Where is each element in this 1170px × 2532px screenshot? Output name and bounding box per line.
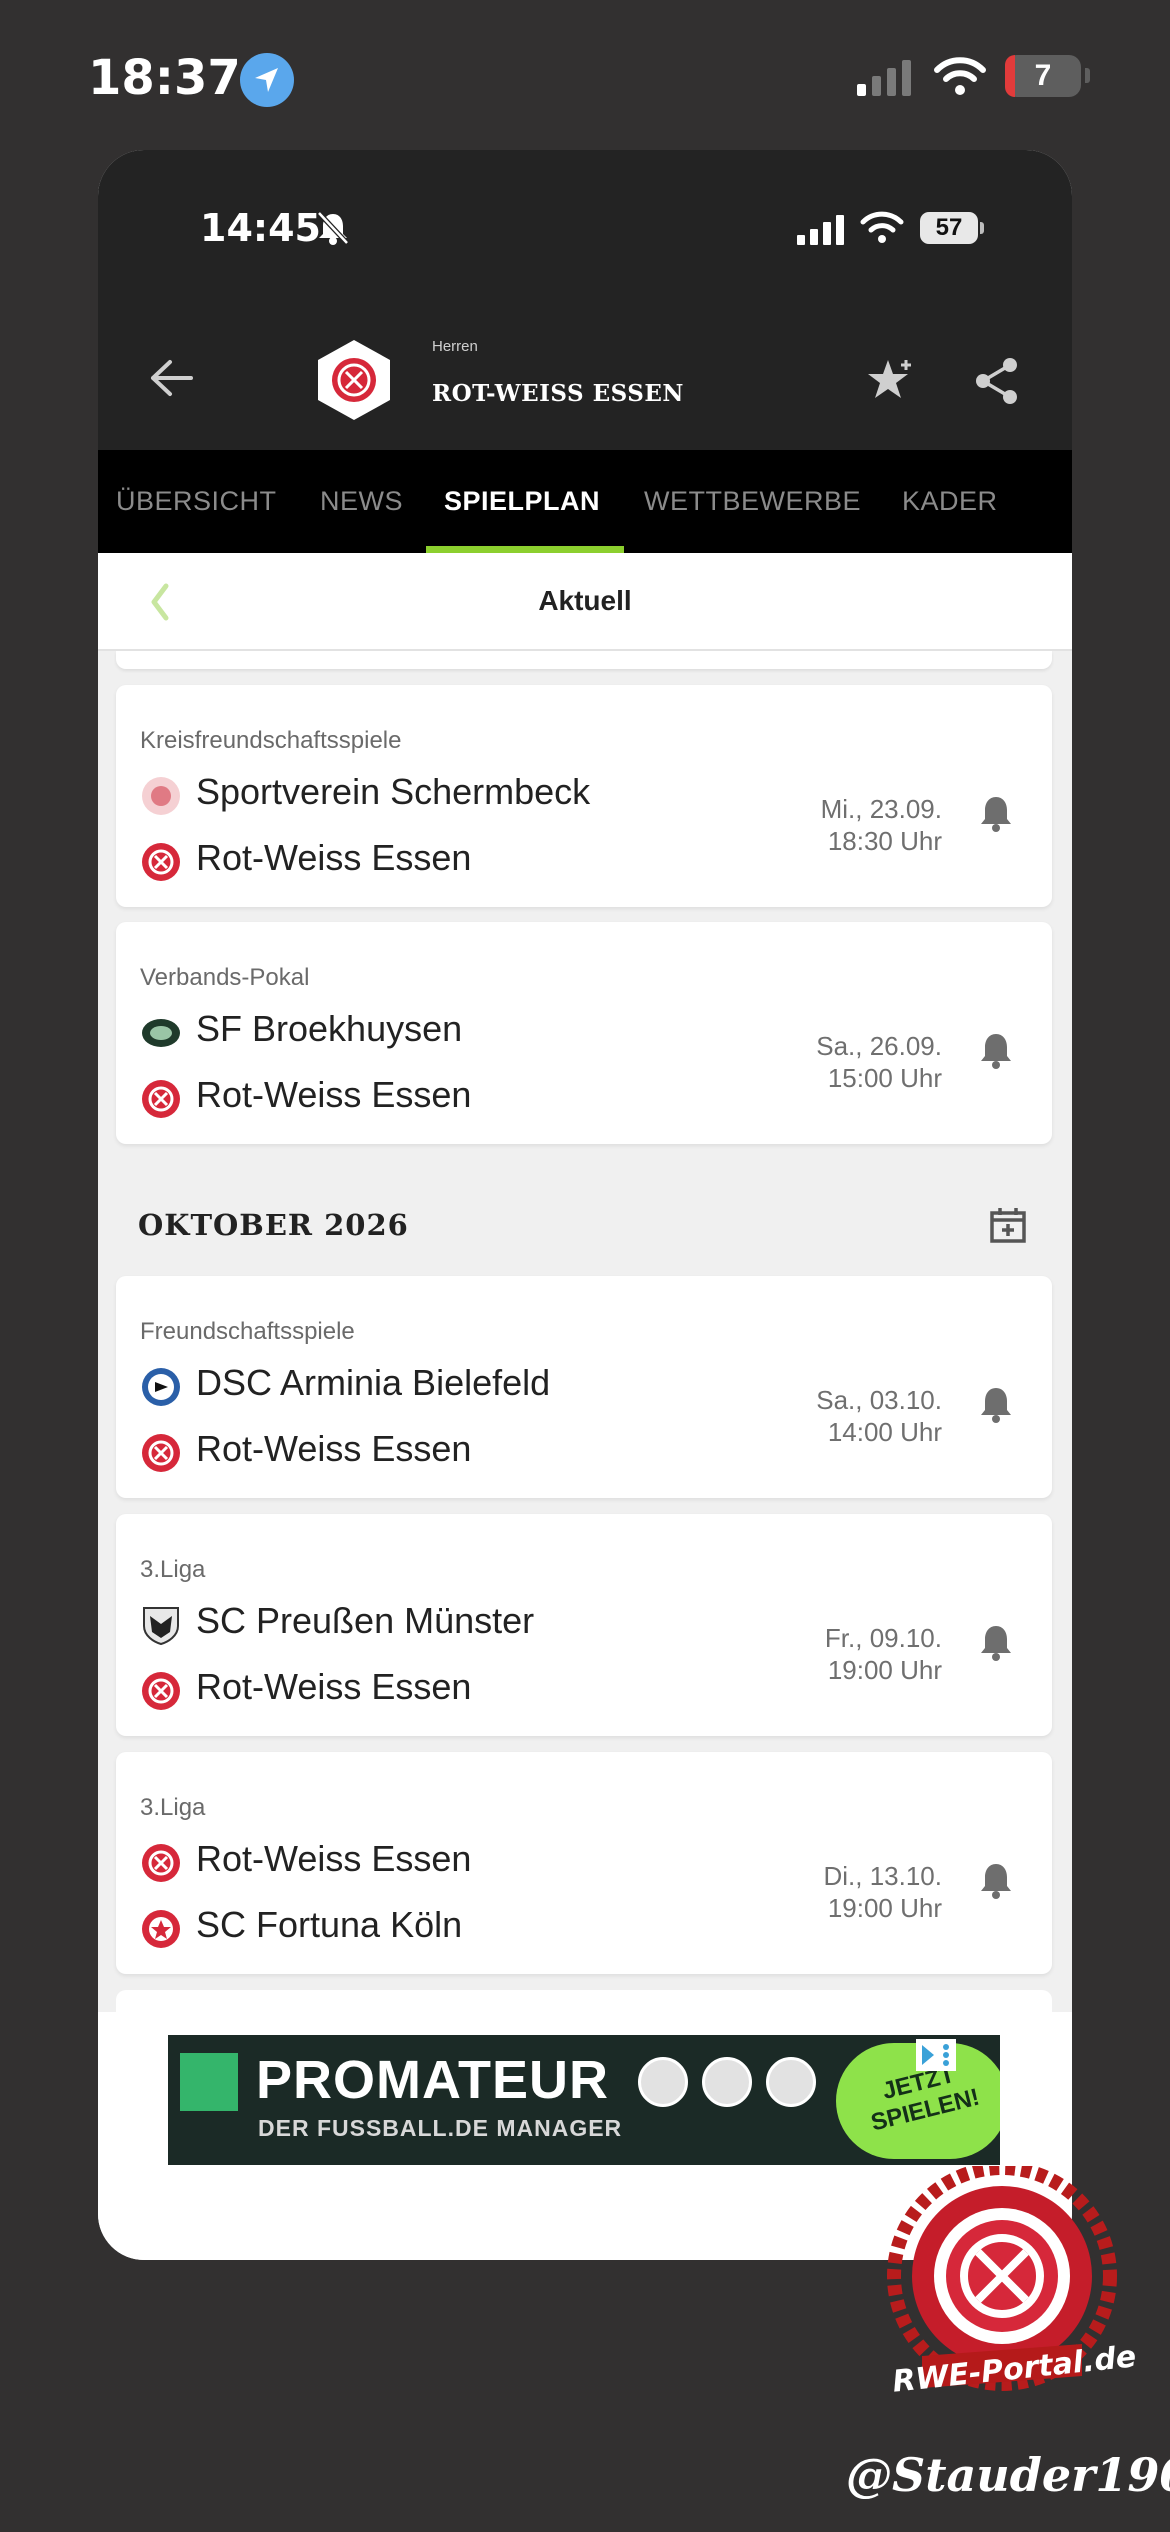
- tab-kader[interactable]: KADER: [902, 486, 998, 517]
- home-team: SC Preußen Münster: [196, 1600, 535, 1641]
- ad-choices-icon[interactable]: [916, 2039, 956, 2071]
- battery-tip: [1085, 68, 1090, 83]
- calendar-add-icon[interactable]: [988, 1205, 1028, 1245]
- arminia-logo-icon: [142, 1368, 180, 1406]
- location-arrow-icon: [240, 53, 294, 107]
- match-datetime: Di., 13.10. 19:00 Uhr: [823, 1860, 942, 1924]
- match-time: 19:00 Uhr: [827, 1655, 942, 1685]
- preussen-muenster-logo-icon: [143, 1607, 179, 1646]
- rwe-logo-icon: [142, 1434, 180, 1472]
- month-header: OKTOBER 2026: [138, 1208, 409, 1242]
- club-logo-icon: [318, 340, 390, 420]
- competition-label: Verbands-Pokal: [140, 964, 310, 991]
- ad-avatar: [638, 2057, 688, 2107]
- rwe-logo-icon: [142, 843, 180, 881]
- tab-spielplan[interactable]: SPIELPLAN: [444, 486, 600, 517]
- active-tab-indicator: [426, 546, 624, 553]
- bell-icon[interactable]: [978, 1384, 1014, 1424]
- battery-level: 7: [1034, 59, 1052, 92]
- share-icon[interactable]: [974, 356, 1020, 406]
- match-card[interactable]: Verbands-Pokal SF Broekhuysen Rot-Weiss …: [116, 922, 1052, 1144]
- watermark-credit: @Stauder1907: [846, 2448, 1170, 2502]
- match-card[interactable]: 3.Liga Rot-Weiss Essen SC Fortuna Köln D…: [116, 1752, 1052, 1974]
- competition-label: 3.Liga: [140, 1556, 206, 1583]
- ad-subtitle: DER FUSSBALL.DE MANAGER: [258, 2115, 623, 2141]
- bell-icon[interactable]: [978, 793, 1014, 833]
- match-date: Sa., 03.10.: [816, 1385, 942, 1415]
- match-card[interactable]: Kreisfreundschaftsspiele Sportverein Sch…: [116, 685, 1052, 907]
- rwe-logo-icon: [142, 1844, 180, 1882]
- ad-banner[interactable]: PROMATEUR DER FUSSBALL.DE MANAGER JETZT …: [168, 2035, 1000, 2165]
- previous-card-edge: [116, 651, 1052, 669]
- ad-avatar: [766, 2057, 816, 2107]
- battery-icon: 7: [1005, 55, 1081, 97]
- back-arrow-icon[interactable]: [148, 358, 194, 398]
- home-team: DSC Arminia Bielefeld: [196, 1362, 551, 1403]
- schermbeck-logo-icon: [142, 777, 180, 815]
- home-team: SF Broekhuysen: [196, 1008, 463, 1049]
- away-team: Rot-Weiss Essen: [196, 1428, 472, 1469]
- away-team: Rot-Weiss Essen: [196, 1666, 472, 1707]
- cellular-signal-icon: [857, 60, 911, 96]
- bell-off-icon: [317, 211, 349, 245]
- fortuna-koeln-logo-icon: [142, 1910, 180, 1948]
- bell-icon[interactable]: [978, 1030, 1014, 1070]
- inner-screenshot: 14:45 57 Herren ROT-WEISS ESSEN ÜBERSICH…: [98, 150, 1072, 2260]
- outer-clock: 18:37: [88, 50, 241, 106]
- inner-battery-icon: 57: [920, 212, 978, 244]
- tab-uebersicht[interactable]: ÜBERSICHT: [116, 486, 277, 517]
- inner-wifi-icon: [860, 211, 904, 243]
- favorite-star-icon[interactable]: [866, 356, 916, 406]
- bell-icon[interactable]: [978, 1622, 1014, 1662]
- match-date: Mi., 23.09.: [820, 794, 942, 824]
- match-time: 14:00 Uhr: [827, 1417, 942, 1447]
- wifi-icon: [934, 57, 986, 95]
- match-datetime: Sa., 03.10. 14:00 Uhr: [816, 1384, 942, 1448]
- tab-news[interactable]: NEWS: [320, 486, 403, 517]
- match-card[interactable]: 3.Liga SC Preußen Münster Rot-Weiss Esse…: [116, 1514, 1052, 1736]
- ad-logo-icon: [180, 2053, 238, 2111]
- tab-wettbewerbe[interactable]: WETTBEWERBE: [644, 486, 861, 517]
- match-card[interactable]: Freundschaftsspiele DSC Arminia Bielefel…: [116, 1276, 1052, 1498]
- match-datetime: Sa., 26.09. 15:00 Uhr: [816, 1030, 942, 1094]
- match-datetime: Fr., 09.10. 19:00 Uhr: [825, 1622, 942, 1686]
- away-team: Rot-Weiss Essen: [196, 837, 472, 878]
- competition-label: Kreisfreundschaftsspiele: [140, 727, 402, 754]
- match-date: Fr., 09.10.: [824, 1623, 942, 1653]
- away-team: SC Fortuna Köln: [196, 1904, 463, 1945]
- match-time: 15:00 Uhr: [827, 1063, 942, 1093]
- inner-battery-level: 57: [935, 214, 963, 241]
- inner-signal-icon: [797, 215, 844, 245]
- broekhuysen-logo-icon: [142, 1019, 180, 1047]
- inner-battery-tip: [980, 222, 984, 234]
- competition-label: 3.Liga: [140, 1794, 206, 1821]
- bell-icon[interactable]: [978, 1860, 1014, 1900]
- inner-clock: 14:45: [200, 206, 321, 250]
- ad-title: PROMATEUR: [256, 2050, 609, 2110]
- match-datetime: Mi., 23.09. 18:30 Uhr: [821, 793, 942, 857]
- competition-label: Freundschaftsspiele: [140, 1318, 355, 1345]
- outer-status-bar: 18:37 7: [0, 0, 1170, 150]
- club-name: ROT-WEISS ESSEN: [432, 380, 684, 407]
- match-time: 19:00 Uhr: [827, 1893, 942, 1923]
- match-date: Di., 13.10.: [823, 1861, 942, 1891]
- home-team: Sportverein Schermbeck: [196, 771, 591, 812]
- away-team: Rot-Weiss Essen: [196, 1074, 472, 1115]
- home-team: Rot-Weiss Essen: [196, 1838, 472, 1879]
- match-time: 18:30 Uhr: [827, 826, 942, 856]
- match-date: Sa., 26.09.: [816, 1031, 942, 1061]
- ad-avatar: [702, 2057, 752, 2107]
- subheader-title: Aktuell: [538, 585, 632, 616]
- rwe-logo-icon: [142, 1080, 180, 1118]
- rwe-logo-icon: [142, 1672, 180, 1710]
- club-subtitle: Herren: [432, 338, 478, 355]
